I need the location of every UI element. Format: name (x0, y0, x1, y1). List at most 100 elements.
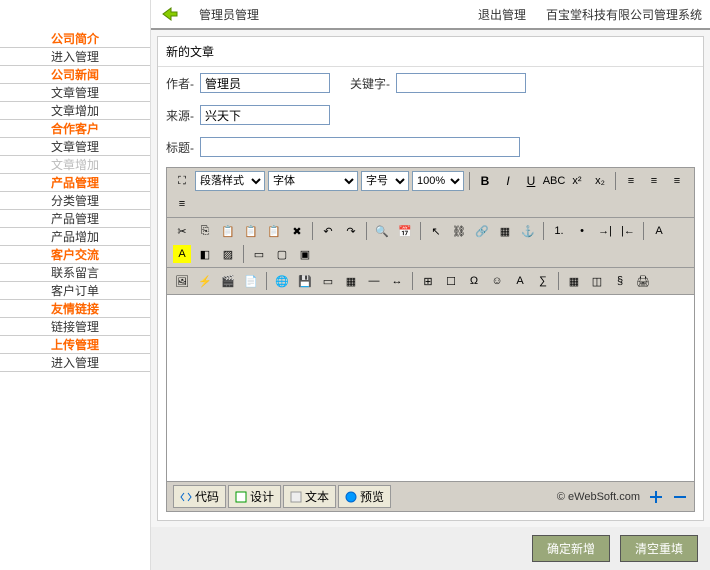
mode-preview[interactable]: 预览 (338, 485, 391, 508)
link-icon[interactable]: 🔗 (472, 221, 492, 241)
super-icon[interactable]: x² (567, 171, 587, 191)
indent-icon[interactable]: →| (595, 221, 615, 241)
sidebar-item-article-add[interactable]: 文章增加 (0, 102, 150, 120)
unlink-icon[interactable]: ⛓ (449, 221, 469, 241)
sidebar-cat-company[interactable]: 公司简介 (0, 30, 150, 48)
symbol-icon[interactable]: § (610, 271, 630, 291)
source-label: 来源- (166, 107, 194, 124)
mode-design[interactable]: 设计 (228, 485, 281, 508)
size-select[interactable]: 字号 (361, 171, 409, 191)
hr-icon[interactable]: — (364, 271, 384, 291)
iframe-icon[interactable]: ▦ (341, 271, 361, 291)
local-icon[interactable]: 💾 (295, 271, 315, 291)
reset-button[interactable]: 清空重填 (620, 535, 698, 562)
template-icon[interactable]: ◫ (587, 271, 607, 291)
forecolor-icon[interactable]: A (649, 221, 669, 241)
expand-icon[interactable]: ⛶ (172, 171, 192, 191)
mode-text[interactable]: 文本 (283, 485, 336, 508)
equation-icon[interactable]: ∑ (533, 271, 553, 291)
align-right-icon[interactable]: ≡ (667, 171, 687, 191)
title-input[interactable] (200, 137, 520, 157)
sidebar-item-article-manage[interactable]: 文章管理 (0, 84, 150, 102)
zoom-select[interactable]: 100% (412, 171, 464, 191)
abs-icon[interactable]: ▭ (249, 244, 269, 264)
submit-button[interactable]: 确定新增 (532, 535, 610, 562)
sidebar-cat-link[interactable]: 友情链接 (0, 300, 150, 318)
outdent-icon[interactable]: |← (618, 221, 638, 241)
anchor-icon[interactable]: ⚓ (518, 221, 538, 241)
sidebar-item-link-manage[interactable]: 链接管理 (0, 318, 150, 336)
remote-icon[interactable]: 🌐 (272, 271, 292, 291)
find-icon[interactable]: 🔍 (372, 221, 392, 241)
fieldset-icon[interactable]: ▭ (318, 271, 338, 291)
font-select[interactable]: 字体 (268, 171, 358, 191)
author-input[interactable] (200, 73, 330, 93)
sidebar-item-enter[interactable]: 进入管理 (0, 48, 150, 66)
bgimage-icon[interactable]: ▨ (218, 244, 238, 264)
sidebar-cat-upload[interactable]: 上传管理 (0, 336, 150, 354)
sidebar-item-product-manage[interactable]: 产品管理 (0, 210, 150, 228)
paste-text-icon[interactable]: 📋 (241, 221, 261, 241)
sidebar-item-order[interactable]: 客户订单 (0, 282, 150, 300)
undo-icon[interactable]: ↶ (318, 221, 338, 241)
sidebar-cat-product[interactable]: 产品管理 (0, 174, 150, 192)
redo-icon[interactable]: ↷ (341, 221, 361, 241)
paste-word-icon[interactable]: 📋 (264, 221, 284, 241)
sidebar-cat-partner[interactable]: 合作客户 (0, 120, 150, 138)
sidebar-item-product-add[interactable]: 产品增加 (0, 228, 150, 246)
back-icon[interactable] (159, 6, 179, 22)
italic-icon[interactable]: I (498, 171, 518, 191)
image-icon[interactable]: 🖼 (172, 271, 192, 291)
emoticon-icon[interactable]: ☺ (487, 271, 507, 291)
excel-icon[interactable]: ▦ (564, 271, 584, 291)
media-icon[interactable]: 🎬 (218, 271, 238, 291)
copy-icon[interactable]: ⎘ (195, 221, 215, 241)
keyword-input[interactable] (396, 73, 526, 93)
sidebar-item-message[interactable]: 联系留言 (0, 264, 150, 282)
flash-icon[interactable]: ⚡ (195, 271, 215, 291)
print-icon[interactable]: 🖨 (633, 271, 653, 291)
bgcolor-icon[interactable]: ◧ (195, 244, 215, 264)
source-input[interactable] (200, 105, 330, 125)
underline-icon[interactable]: U (521, 171, 541, 191)
strike-icon[interactable]: ABC (544, 171, 564, 191)
keyword-label: 关键字- (350, 75, 390, 92)
sidebar-item-article-manage2[interactable]: 文章管理 (0, 138, 150, 156)
topbar: 管理员管理 退出管理 百宝堂科技有限公司管理系统 (151, 0, 710, 30)
main-area: 管理员管理 退出管理 百宝堂科技有限公司管理系统 新的文章 作者- 关键字- 来… (150, 0, 710, 570)
minus-icon[interactable] (672, 489, 688, 505)
delete-icon[interactable]: ✖ (287, 221, 307, 241)
mode-code[interactable]: 代码 (173, 485, 226, 508)
special-icon[interactable]: Ω (464, 271, 484, 291)
align-center-icon[interactable]: ≡ (644, 171, 664, 191)
image-map-icon[interactable]: ▦ (495, 221, 515, 241)
ul-icon[interactable]: • (572, 221, 592, 241)
pointer-icon[interactable]: ↖ (426, 221, 446, 241)
art-icon[interactable]: A (510, 271, 530, 291)
sub-icon[interactable]: x₂ (590, 171, 610, 191)
ol-icon[interactable]: 1. (549, 221, 569, 241)
form-panel: 新的文章 作者- 关键字- 来源- 标题- ⛶ 段落样式 字体 字号 100% … (157, 36, 704, 521)
paste-icon[interactable]: 📋 (218, 221, 238, 241)
align-justify-icon[interactable]: ≡ (172, 194, 192, 214)
plus-icon[interactable] (648, 489, 664, 505)
table-icon[interactable]: ⊞ (418, 271, 438, 291)
back-icon2[interactable]: ▣ (295, 244, 315, 264)
paragraph-select[interactable]: 段落样式 (195, 171, 265, 191)
logout-link[interactable]: 退出管理 (478, 6, 526, 23)
sidebar-cat-customer[interactable]: 客户交流 (0, 246, 150, 264)
cut-icon[interactable]: ✂ (172, 221, 192, 241)
align-left-icon[interactable]: ≡ (621, 171, 641, 191)
toolbar-row-2: ✂ ⎘ 📋 📋 📋 ✖ ↶ ↷ 🔍 📅 ↖ ⛓ 🔗 ▦ ⚓ 1. • →| |←… (167, 218, 694, 268)
marquee-icon[interactable]: ↔ (387, 271, 407, 291)
front-icon[interactable]: ▢ (272, 244, 292, 264)
editor-canvas[interactable] (167, 295, 694, 481)
form-icon[interactable]: ☐ (441, 271, 461, 291)
sidebar-cat-news[interactable]: 公司新闻 (0, 66, 150, 84)
backcolor-icon[interactable]: A (172, 244, 192, 264)
bold-icon[interactable]: B (475, 171, 495, 191)
sidebar-item-enter2[interactable]: 进入管理 (0, 354, 150, 372)
sidebar-item-category[interactable]: 分类管理 (0, 192, 150, 210)
date-icon[interactable]: 📅 (395, 221, 415, 241)
file-icon[interactable]: 📄 (241, 271, 261, 291)
